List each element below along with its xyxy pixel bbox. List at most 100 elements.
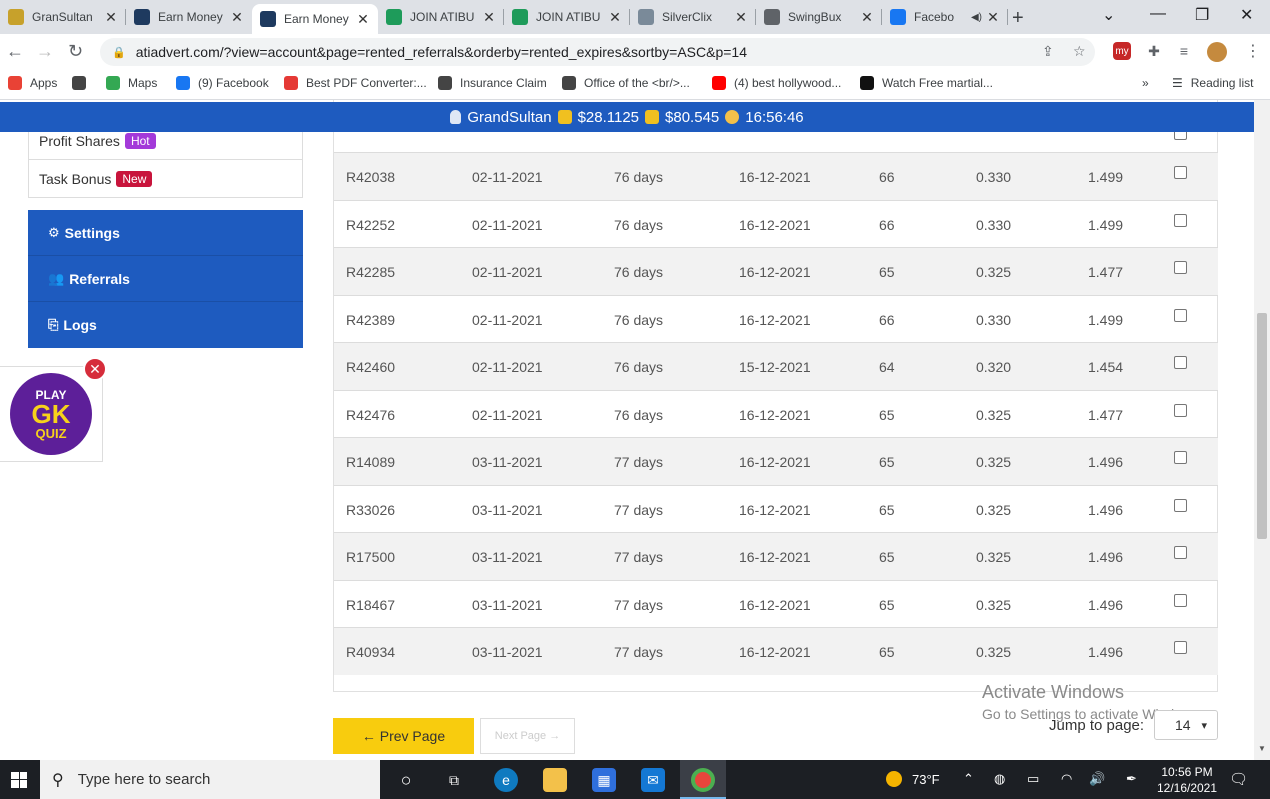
taskbar-clock[interactable]: 10:56 PM 12/16/2021 xyxy=(1152,764,1222,796)
row-checkbox[interactable] xyxy=(1174,498,1187,512)
sidebar-item-label: Profit Shares xyxy=(39,132,120,149)
browser-tab[interactable]: Facebo ◀) ✕ xyxy=(882,0,1008,34)
tab-search-chevron-icon[interactable]: ⌄ xyxy=(1102,5,1115,25)
row-checkbox[interactable] xyxy=(1174,308,1187,322)
next-page-button[interactable]: Next Page → xyxy=(480,718,575,754)
close-window-button[interactable]: ✕ xyxy=(1240,5,1253,25)
cell-expires: 16-12-2021 xyxy=(739,644,811,660)
bookmarks-overflow-button[interactable]: » xyxy=(1142,76,1149,90)
task-view-icon[interactable]: ⧉ xyxy=(442,768,466,792)
chrome-taskbar-button[interactable] xyxy=(680,760,726,799)
scroll-down-arrow-icon[interactable]: ▼ xyxy=(1258,744,1266,753)
close-tab-icon[interactable]: ✕ xyxy=(104,9,118,26)
new-tab-button[interactable]: + xyxy=(1012,7,1024,30)
search-icon: ⚲ xyxy=(52,771,64,789)
scrollbar-thumb[interactable] xyxy=(1257,313,1267,539)
row-checkbox[interactable] xyxy=(1174,451,1187,464)
globe-icon xyxy=(562,76,576,90)
wifi-icon[interactable]: ◠ xyxy=(1061,771,1072,787)
forward-button[interactable]: → xyxy=(36,41,54,62)
gk-quiz-ad[interactable]: PLAY GK QUIZ xyxy=(0,366,103,462)
edge-icon[interactable]: e xyxy=(494,768,518,792)
menu-kebab-icon[interactable]: ⋮ xyxy=(1245,41,1261,61)
sidebar-item-task-bonus[interactable]: Task Bonus New xyxy=(28,160,303,198)
close-tab-icon[interactable]: ✕ xyxy=(230,9,244,26)
battery-icon[interactable]: ▭ xyxy=(1027,771,1039,787)
bookmark-item[interactable]: Insurance Claim xyxy=(438,76,547,90)
bookmark-item[interactable]: Watch Free martial... xyxy=(860,76,993,90)
tab-title: Earn Money xyxy=(158,10,223,24)
cortana-icon[interactable]: ○ xyxy=(394,768,418,792)
bookmark-item[interactable]: Office of the <br/>... xyxy=(562,76,690,90)
row-checkbox[interactable] xyxy=(1174,213,1187,227)
user-icon xyxy=(450,110,462,124)
reading-list-button[interactable]: ☰ Reading list xyxy=(1172,76,1253,90)
start-button[interactable] xyxy=(0,760,38,799)
share-icon[interactable]: ⇪ xyxy=(1042,43,1054,60)
reload-button[interactable]: ↻ xyxy=(68,41,83,62)
row-checkbox[interactable] xyxy=(1174,261,1187,274)
row-checkbox[interactable] xyxy=(1174,403,1187,417)
profile-avatar[interactable] xyxy=(1207,42,1227,62)
close-tab-icon[interactable]: ✕ xyxy=(608,9,622,26)
volume-icon[interactable]: 🔊 xyxy=(1089,771,1105,787)
browser-tab[interactable]: Earn Money ✕ xyxy=(126,0,252,34)
close-tab-icon[interactable]: ✕ xyxy=(986,9,1000,26)
jump-to-page-select[interactable]: 14 ▾ xyxy=(1154,710,1218,740)
tray-chevron-up-icon[interactable]: ⌃ xyxy=(963,771,974,787)
row-checkbox[interactable] xyxy=(1174,356,1187,369)
mail-icon[interactable]: ✉ xyxy=(641,768,665,792)
notifications-icon[interactable]: 🗨 xyxy=(1229,770,1248,788)
cell-id: R14089 xyxy=(346,454,396,470)
close-tab-icon[interactable]: ✕ xyxy=(482,9,496,26)
bookmark-star-icon[interactable]: ☆ xyxy=(1073,43,1086,60)
table-row: R17500 03-11-2021 77 days 16-12-2021 65 0.325… xyxy=(334,532,1218,580)
media-control-icon[interactable]: ≡ xyxy=(1175,42,1193,60)
store-icon[interactable]: ▦ xyxy=(592,768,616,792)
weather-widget[interactable]: 73°F xyxy=(886,771,940,787)
row-checkbox[interactable] xyxy=(1174,166,1187,179)
row-checkbox[interactable] xyxy=(1174,546,1187,559)
bookmark-item[interactable]: Maps xyxy=(106,76,157,90)
cell-clicks: 65 xyxy=(879,596,895,613)
tab-title: Facebo xyxy=(914,10,955,24)
menu-referrals-label: Referrals xyxy=(69,270,130,287)
prev-page-button[interactable]: ← Prev Page xyxy=(333,718,474,754)
pen-icon[interactable]: ✒ xyxy=(1126,771,1137,787)
bookmark-item[interactable]: Best PDF Converter:... xyxy=(284,76,427,90)
minimize-button[interactable]: — xyxy=(1150,5,1166,23)
browser-tab[interactable]: GranSultan ✕ xyxy=(0,0,126,34)
menu-settings[interactable]: ⚙ Settings xyxy=(28,210,303,256)
menu-referrals[interactable]: 👥 Referrals xyxy=(28,256,303,302)
page-scrollbar[interactable]: ▼ xyxy=(1254,100,1270,760)
row-checkbox[interactable] xyxy=(1174,593,1187,607)
bookmark-item[interactable]: (9) Facebook xyxy=(176,76,269,90)
bookmark-item[interactable]: (4) best hollywood... xyxy=(712,76,841,90)
bookmark-item[interactable]: Apps xyxy=(8,76,57,90)
extension-my-icon[interactable]: my xyxy=(1113,42,1131,60)
browser-tab[interactable]: SilverClix ✕ xyxy=(630,0,756,34)
browser-tab[interactable]: JOIN ATIBU ✕ xyxy=(504,0,630,34)
taskbar-search-box[interactable]: ⚲ Type here to search xyxy=(40,760,380,799)
tab-title: SwingBux xyxy=(788,10,842,24)
cell-expires: 15-12-2021 xyxy=(739,359,811,375)
menu-logs[interactable]: ⎘ Logs xyxy=(28,302,303,348)
extensions-puzzle-icon[interactable]: ✚ xyxy=(1145,42,1163,60)
browser-tab[interactable]: SwingBux ✕ xyxy=(756,0,882,34)
browser-tab[interactable]: Earn Money ✕ xyxy=(252,4,378,34)
row-checkbox[interactable] xyxy=(1174,641,1187,654)
address-bar[interactable]: 🔒 atiadvert.com/?view=account&page=rente… xyxy=(100,38,1095,66)
close-tab-icon[interactable]: ✕ xyxy=(356,11,370,28)
file-explorer-icon[interactable] xyxy=(543,768,567,792)
bookmark-item[interactable] xyxy=(72,76,94,90)
meet-now-icon[interactable]: ◍ xyxy=(994,771,1005,787)
close-ad-icon[interactable]: ✕ xyxy=(83,357,107,381)
gk-quiz-logo[interactable]: PLAY GK QUIZ xyxy=(10,373,92,455)
bookmark-label: Watch Free martial... xyxy=(882,76,993,90)
maximize-button[interactable]: ❐ xyxy=(1195,5,1209,25)
close-tab-icon[interactable]: ✕ xyxy=(860,9,874,26)
close-tab-icon[interactable]: ✕ xyxy=(734,9,748,26)
back-button[interactable]: ← xyxy=(6,41,24,62)
browser-tab[interactable]: JOIN ATIBU ✕ xyxy=(378,0,504,34)
audio-playing-icon[interactable]: ◀) xyxy=(971,12,982,23)
